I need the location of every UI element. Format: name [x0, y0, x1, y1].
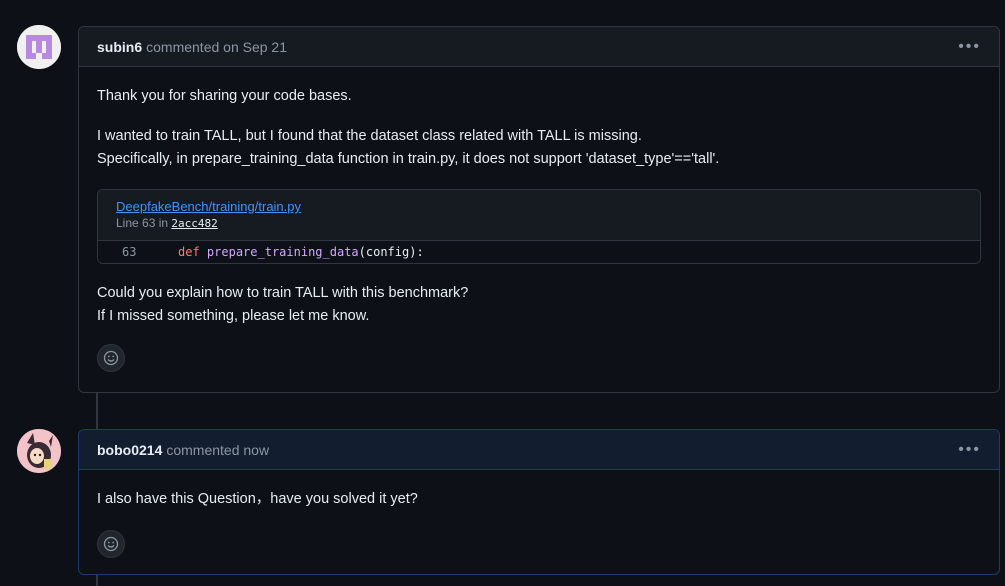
code-content: def prepare_training_data(config): [158, 241, 424, 264]
comment-author[interactable]: bobo0214 [97, 442, 162, 458]
comment-header: subin6 commented on Sep 21 ••• [79, 27, 999, 67]
code-function: prepare_training_data [206, 244, 359, 259]
code-args: (config): [358, 244, 424, 259]
comment-line: I wanted to train TALL, but I found that… [97, 128, 642, 144]
snippet-header: DeepfakeBench/training/train.py Line 63 … [98, 190, 980, 241]
comment-paragraph: Thank you for sharing your code bases. [97, 88, 352, 104]
snippet-line-info: Line 63 in 2acc482 [116, 215, 962, 232]
smiley-icon [103, 350, 119, 366]
smiley-icon [103, 536, 119, 552]
comment-line: Could you explain how to train TALL with… [97, 285, 469, 301]
commit-sha-link[interactable]: 2acc482 [171, 217, 217, 230]
snippet-line-prefix: Line 63 in [116, 216, 169, 230]
comment-author[interactable]: subin6 [97, 39, 142, 55]
kebab-horizontal-icon[interactable]: ••• [958, 38, 981, 56]
comment-header: bobo0214 commented now ••• [79, 430, 999, 470]
comment-body: I also have this Question，have you solve… [79, 470, 999, 568]
comment-bobo0214: bobo0214 commented now ••• I also have th… [78, 429, 1000, 575]
avatar-subin6[interactable] [17, 25, 61, 69]
kebab-horizontal-icon[interactable]: ••• [958, 441, 981, 459]
comment-timestamp[interactable]: commented now [166, 442, 269, 458]
code-keyword: def [178, 244, 200, 259]
comment-subin6: subin6 commented on Sep 21 ••• Thank you … [78, 26, 1000, 393]
code-snippet: DeepfakeBench/training/train.py Line 63 … [97, 189, 981, 264]
comment-paragraph: Could you explain how to train TALL with… [97, 282, 981, 328]
code-line: 63 def prepare_training_data(config): [98, 241, 980, 263]
add-reaction-button[interactable] [97, 530, 125, 558]
add-reaction-button[interactable] [97, 344, 125, 372]
avatar-bobo0214[interactable] [17, 429, 61, 473]
snippet-file-link[interactable]: DeepfakeBench/training/train.py [116, 198, 962, 215]
comment-paragraph: I wanted to train TALL, but I found that… [97, 125, 981, 171]
identicon-icon [17, 25, 61, 69]
comment-paragraph: I also have this Question，have you solve… [97, 491, 418, 507]
comment-line: Specifically, in prepare_training_data f… [97, 151, 720, 167]
comment-timestamp[interactable]: commented on Sep 21 [146, 39, 287, 55]
user-avatar-icon [17, 429, 61, 473]
timeline-connector [96, 575, 98, 586]
timeline-connector [96, 393, 98, 433]
line-number[interactable]: 63 [98, 241, 158, 264]
comment-line: If I missed something, please let me kno… [97, 308, 370, 324]
comment-body: Thank you for sharing your code bases. I… [79, 67, 999, 382]
